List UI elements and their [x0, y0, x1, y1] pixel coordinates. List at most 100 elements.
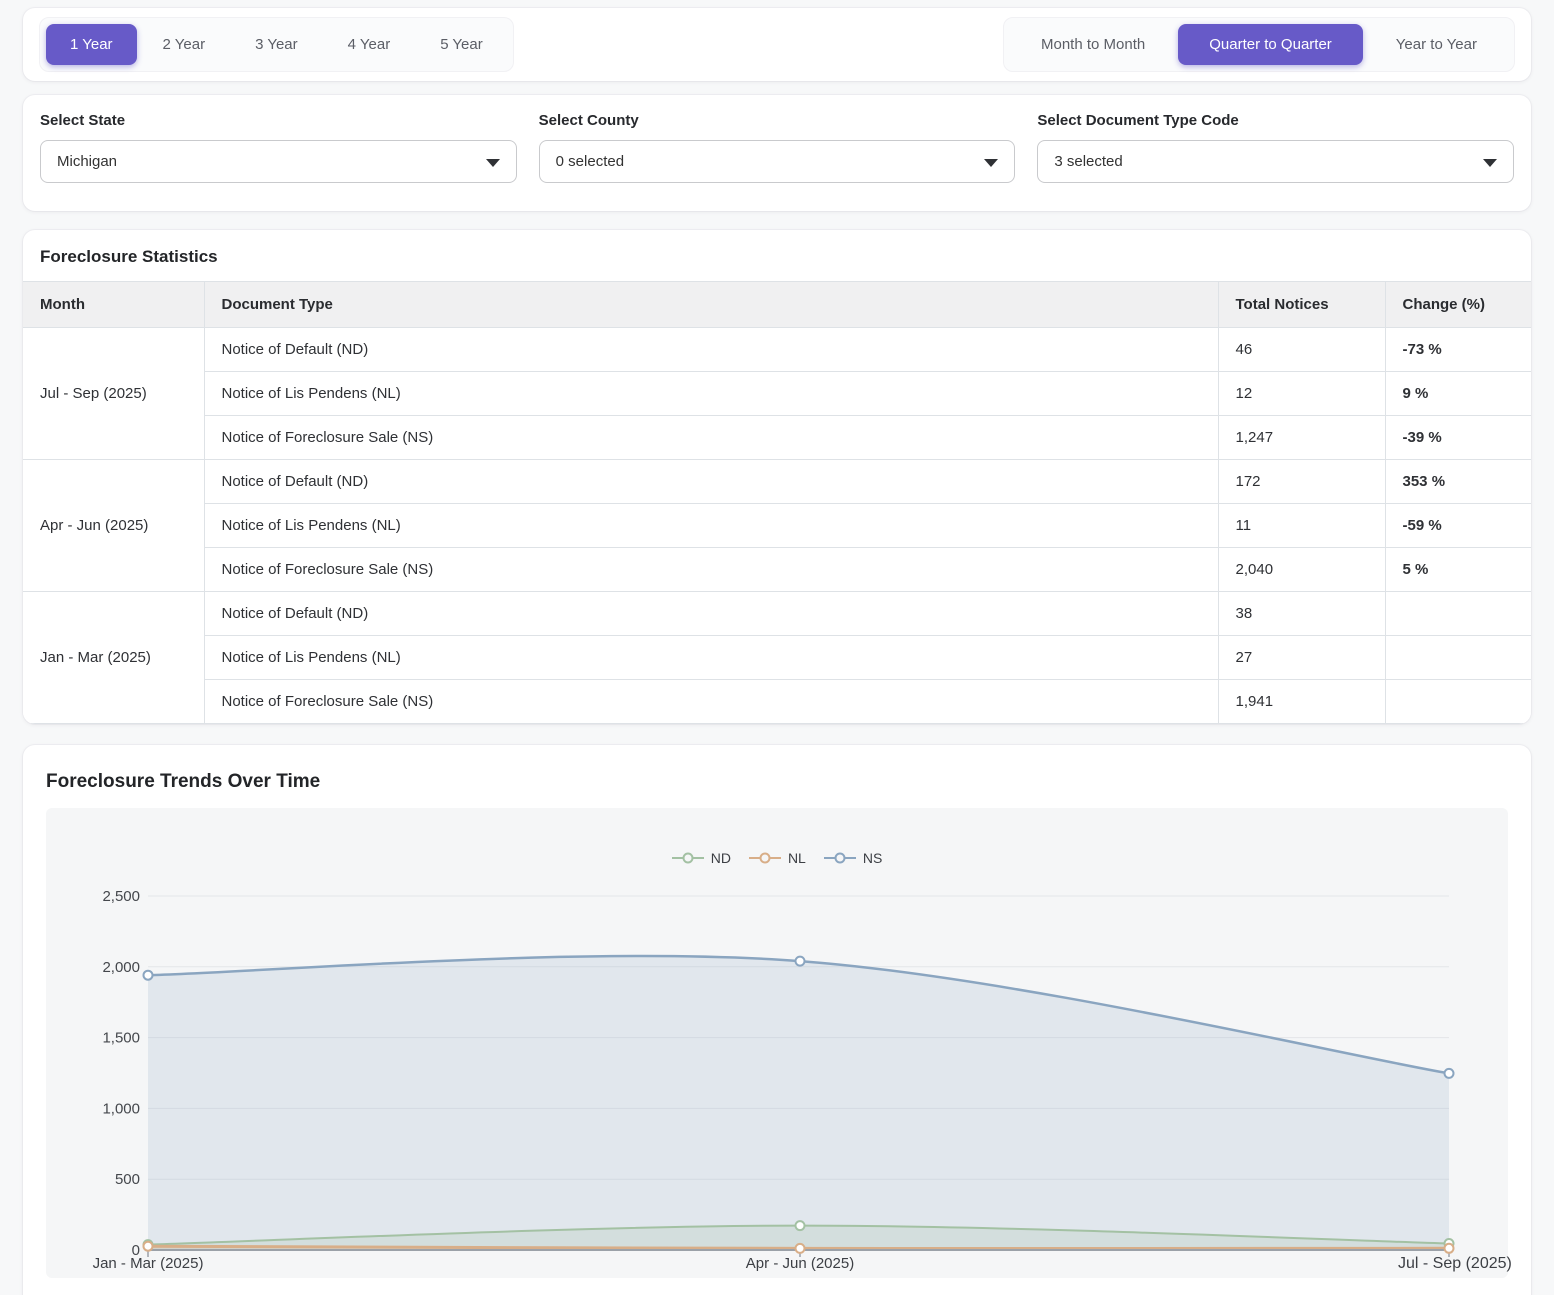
x-axis-label: Apr - Jun (2025) [746, 1255, 854, 1272]
comparison-tab-quarter-to-quarter[interactable]: Quarter to Quarter [1178, 24, 1363, 65]
total-notices-cell: 172 [1218, 460, 1385, 504]
total-notices-cell: 11 [1218, 504, 1385, 548]
change-cell: 353 % [1385, 460, 1531, 504]
y-axis-tick-label: 1,500 [102, 1030, 140, 1047]
data-point-ns [1445, 1069, 1454, 1078]
data-point-ns [144, 971, 153, 980]
statistics-title: Foreclosure Statistics [23, 230, 1531, 281]
legend-marker-icon [672, 852, 704, 864]
top-toolbar: 1 Year2 Year3 Year4 Year5 Year Month to … [23, 8, 1531, 81]
doc-type-select-value: 3 selected [1054, 153, 1122, 170]
comparison-tab-year-to-year[interactable]: Year to Year [1365, 24, 1508, 65]
y-axis-tick-label: 1,000 [102, 1100, 140, 1117]
table-row: Apr - Jun (2025)Notice of Default (ND)17… [23, 460, 1531, 504]
filters-card: Select State Michigan Select County 0 se… [23, 95, 1531, 211]
chevron-down-icon [984, 159, 998, 167]
change-cell: 5 % [1385, 548, 1531, 592]
table-row: Notice of Lis Pendens (NL)129 % [23, 372, 1531, 416]
document-type-cell: Notice of Lis Pendens (NL) [204, 372, 1218, 416]
change-cell [1385, 592, 1531, 636]
data-point-nl [1445, 1244, 1454, 1253]
col-header-doc-type: Document Type [204, 282, 1218, 328]
change-cell: 9 % [1385, 372, 1531, 416]
table-row: Jan - Mar (2025)Notice of Default (ND)38 [23, 592, 1531, 636]
county-filter-label: Select County [539, 112, 1016, 129]
state-select-value: Michigan [57, 153, 117, 170]
table-row: Notice of Foreclosure Sale (NS)1,941 [23, 680, 1531, 724]
legend-item-nl[interactable]: NL [749, 850, 806, 866]
trends-title: Foreclosure Trends Over Time [23, 745, 1531, 793]
data-point-nl [796, 1244, 805, 1253]
period-tab-2-year[interactable]: 2 Year [139, 24, 230, 65]
county-select-value: 0 selected [556, 153, 624, 170]
state-select[interactable]: Michigan [40, 140, 517, 183]
table-row: Notice of Lis Pendens (NL)27 [23, 636, 1531, 680]
total-notices-cell: 38 [1218, 592, 1385, 636]
month-cell: Jul - Sep (2025) [23, 328, 204, 460]
line-chart-canvas: 05001,0001,5002,0002,500 [46, 808, 1508, 1278]
legend-marker-icon [749, 852, 781, 864]
state-filter-label: Select State [40, 112, 517, 129]
document-type-cell: Notice of Default (ND) [204, 592, 1218, 636]
area-fill-ns [148, 956, 1449, 1250]
county-select[interactable]: 0 selected [539, 140, 1016, 183]
trends-chart: 05001,0001,5002,0002,500 NDNLNS Jan - Ma… [46, 808, 1508, 1278]
period-tab-group: 1 Year2 Year3 Year4 Year5 Year [39, 17, 514, 72]
legend-label: NS [863, 850, 882, 866]
y-axis-tick-label: 2,500 [102, 888, 140, 905]
document-type-cell: Notice of Foreclosure Sale (NS) [204, 680, 1218, 724]
total-notices-cell: 12 [1218, 372, 1385, 416]
doc-type-filter: Select Document Type Code 3 selected [1037, 112, 1514, 211]
legend-item-ns[interactable]: NS [824, 850, 882, 866]
change-cell: -39 % [1385, 416, 1531, 460]
total-notices-cell: 1,247 [1218, 416, 1385, 460]
state-filter: Select State Michigan [40, 112, 517, 211]
document-type-cell: Notice of Lis Pendens (NL) [204, 636, 1218, 680]
change-cell: -73 % [1385, 328, 1531, 372]
trends-card: Foreclosure Trends Over Time 05001,0001,… [23, 745, 1531, 1295]
table-row: Jul - Sep (2025)Notice of Default (ND)46… [23, 328, 1531, 372]
legend-marker-icon [824, 852, 856, 864]
y-axis-tick-label: 2,000 [102, 959, 140, 976]
legend-item-nd[interactable]: ND [672, 850, 731, 866]
statistics-table: Month Document Type Total Notices Change… [23, 281, 1531, 724]
comparison-tab-group: Month to MonthQuarter to QuarterYear to … [1003, 17, 1515, 72]
doc-type-select[interactable]: 3 selected [1037, 140, 1514, 183]
document-type-cell: Notice of Foreclosure Sale (NS) [204, 548, 1218, 592]
legend-label: NL [788, 850, 806, 866]
month-cell: Apr - Jun (2025) [23, 460, 204, 592]
chart-legend: ND NL NS [46, 850, 1508, 866]
total-notices-cell: 1,941 [1218, 680, 1385, 724]
x-axis-label: Jan - Mar (2025) [93, 1255, 204, 1272]
period-tab-3-year[interactable]: 3 Year [231, 24, 322, 65]
period-tab-1-year[interactable]: 1 Year [46, 24, 137, 65]
document-type-cell: Notice of Foreclosure Sale (NS) [204, 416, 1218, 460]
total-notices-cell: 27 [1218, 636, 1385, 680]
period-tab-4-year[interactable]: 4 Year [324, 24, 415, 65]
comparison-tab-month-to-month[interactable]: Month to Month [1010, 24, 1176, 65]
chevron-down-icon [486, 159, 500, 167]
period-tab-5-year[interactable]: 5 Year [416, 24, 507, 65]
document-type-cell: Notice of Default (ND) [204, 328, 1218, 372]
table-row: Notice of Foreclosure Sale (NS)2,0405 % [23, 548, 1531, 592]
col-header-change: Change (%) [1385, 282, 1531, 328]
total-notices-cell: 46 [1218, 328, 1385, 372]
doc-type-filter-label: Select Document Type Code [1037, 112, 1514, 129]
change-cell [1385, 680, 1531, 724]
change-cell: -59 % [1385, 504, 1531, 548]
col-header-month: Month [23, 282, 204, 328]
table-row: Notice of Foreclosure Sale (NS)1,247-39 … [23, 416, 1531, 460]
table-row: Notice of Lis Pendens (NL)11-59 % [23, 504, 1531, 548]
x-axis-label: Jul - Sep (2025) [1398, 1255, 1512, 1273]
chevron-down-icon [1483, 159, 1497, 167]
change-cell [1385, 636, 1531, 680]
document-type-cell: Notice of Lis Pendens (NL) [204, 504, 1218, 548]
document-type-cell: Notice of Default (ND) [204, 460, 1218, 504]
month-cell: Jan - Mar (2025) [23, 592, 204, 724]
y-axis-tick-label: 500 [115, 1171, 140, 1188]
col-header-total: Total Notices [1218, 282, 1385, 328]
data-point-ns [796, 957, 805, 966]
total-notices-cell: 2,040 [1218, 548, 1385, 592]
statistics-card: Foreclosure Statistics Month Document Ty… [23, 230, 1531, 724]
county-filter: Select County 0 selected [539, 112, 1016, 211]
